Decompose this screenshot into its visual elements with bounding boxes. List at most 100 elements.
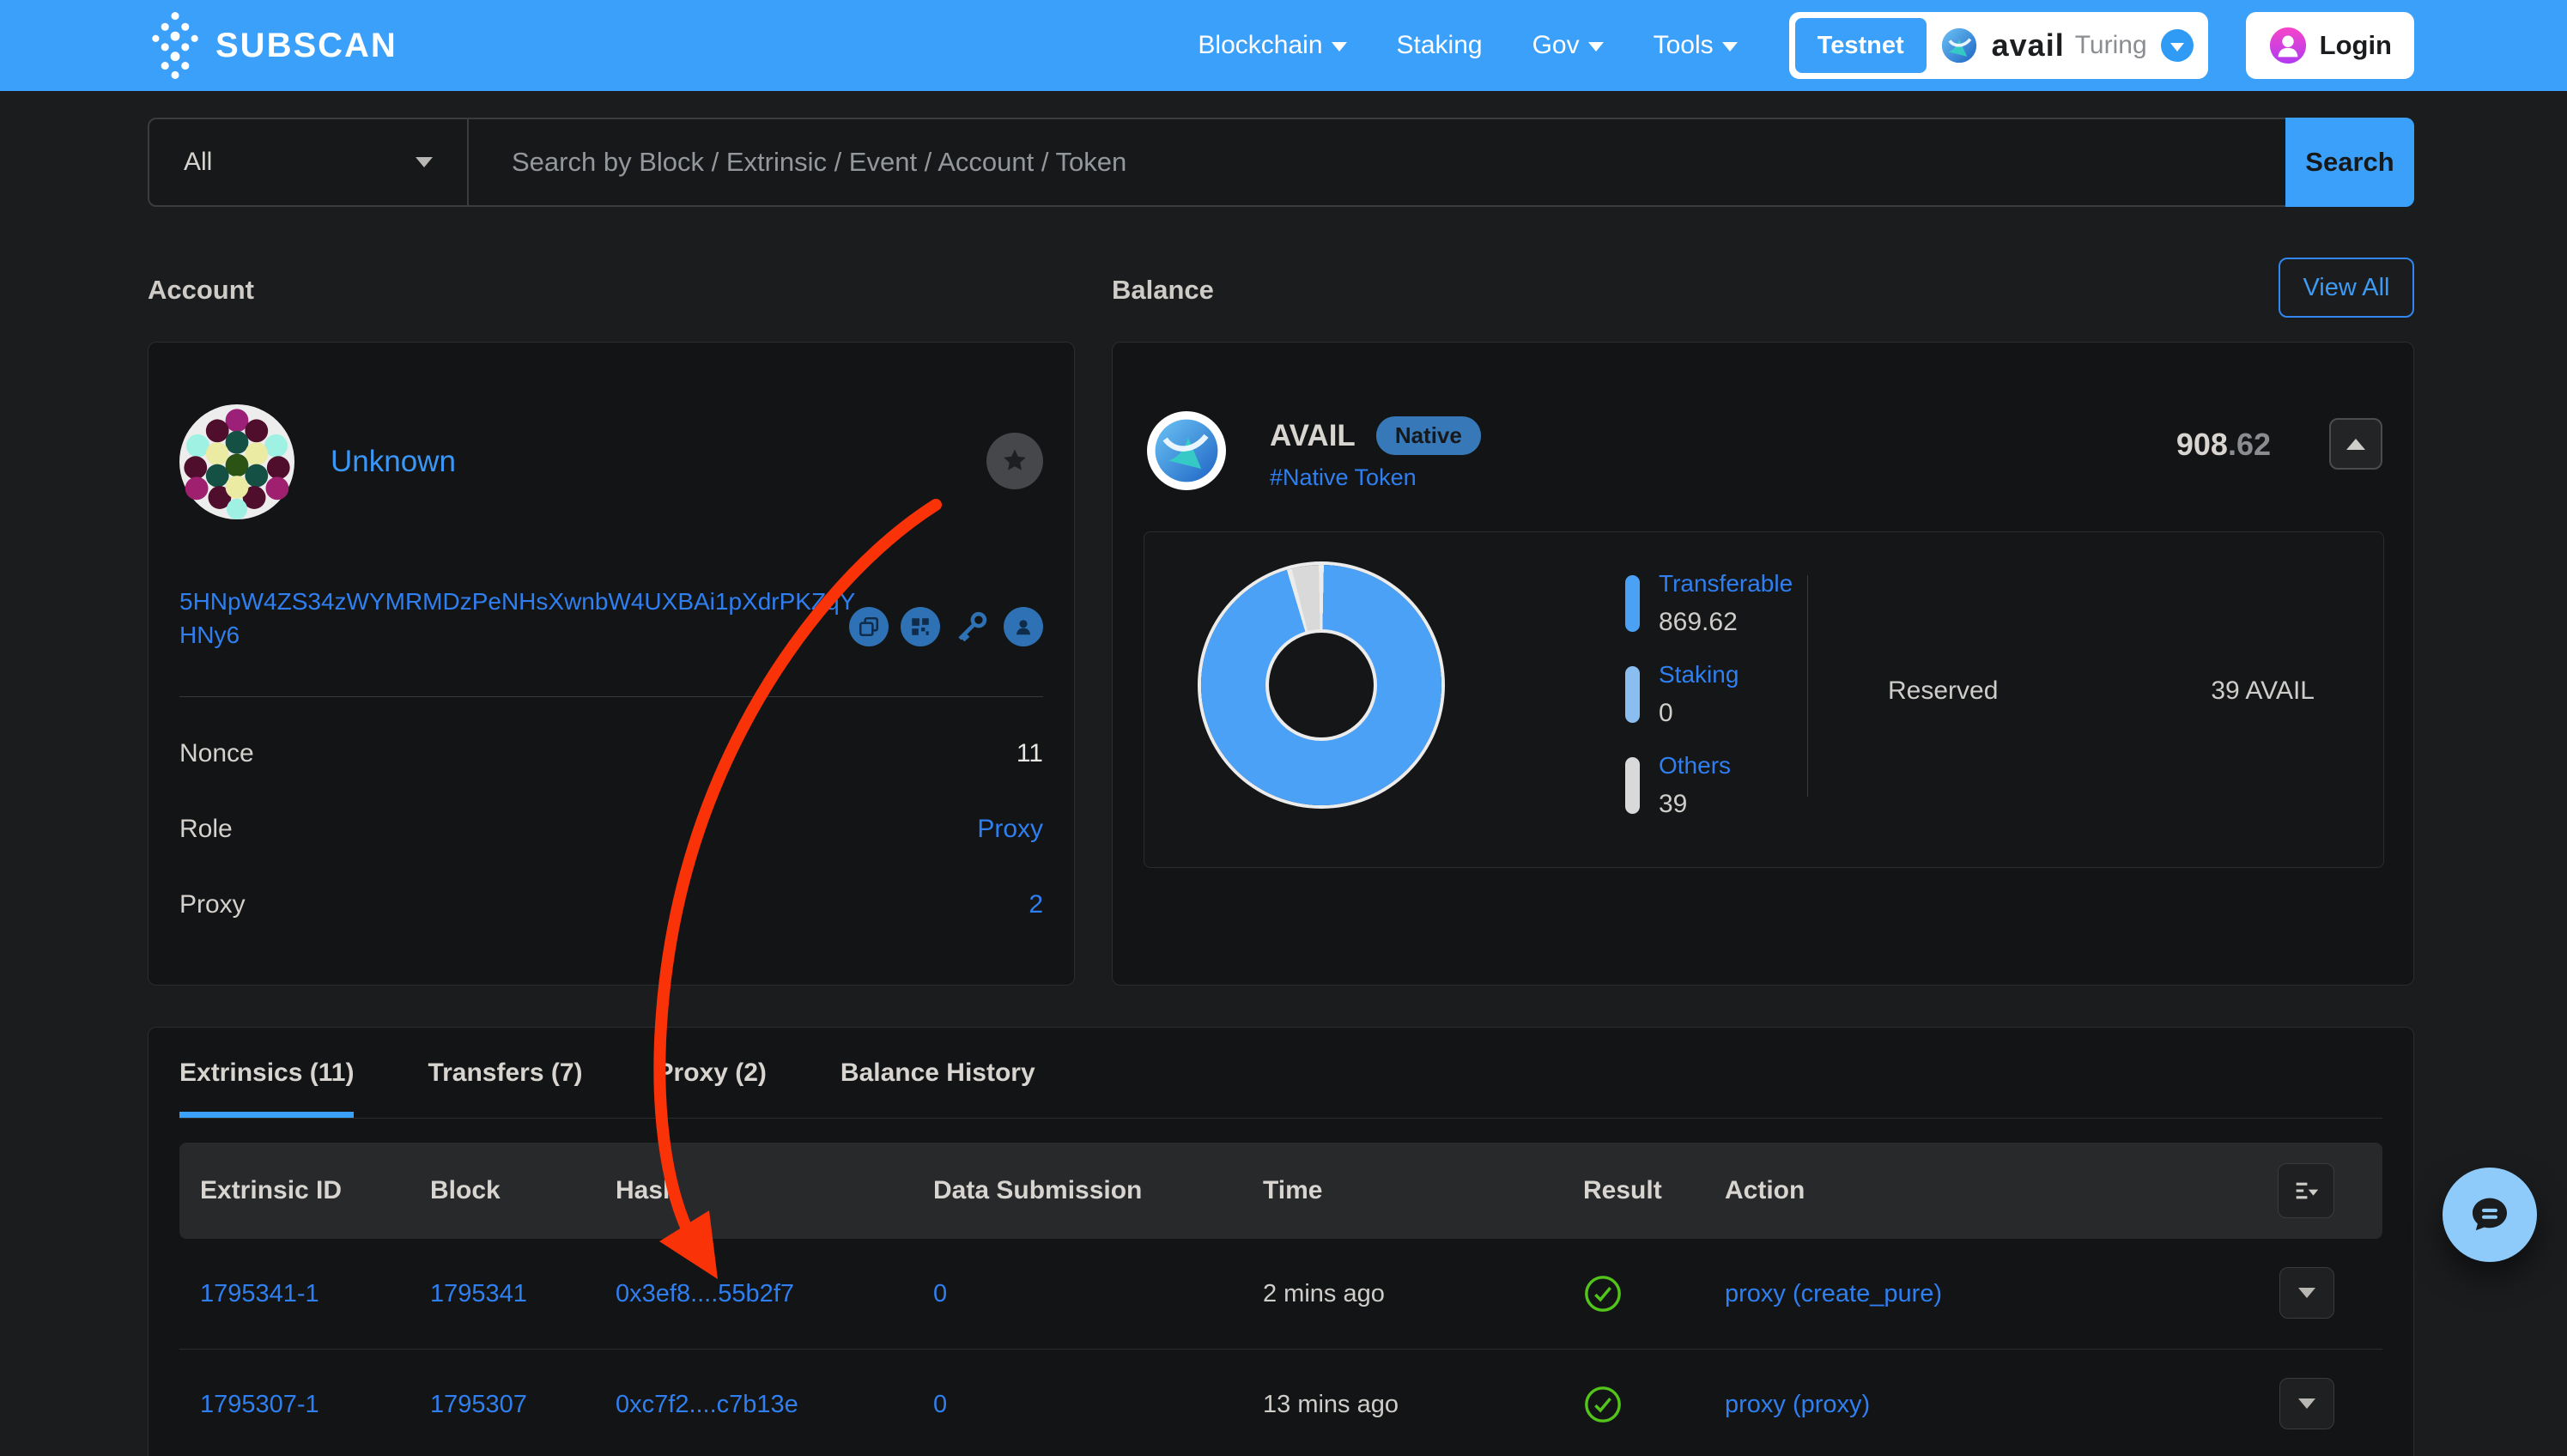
- expand-row-button[interactable]: [2279, 1378, 2334, 1429]
- global-search-bar: All Search: [148, 118, 2414, 207]
- success-check-icon: [1583, 1385, 1623, 1424]
- chevron-down-icon: [416, 157, 433, 167]
- key-icon: [954, 609, 990, 645]
- cell-action-link[interactable]: proxy (create_pure): [1725, 1239, 1942, 1349]
- table-row: 1795341-1 1795341 0x3ef8....55b2f7 0 2 m…: [179, 1239, 2382, 1349]
- chain-select-chevron-icon[interactable]: [2161, 29, 2194, 62]
- cell-data-submission-link[interactable]: 0: [933, 1239, 947, 1349]
- favorite-star-button[interactable]: [986, 433, 1043, 489]
- collapse-row-button[interactable]: [2329, 418, 2382, 470]
- account-field-nonce: Nonce 11: [179, 739, 1043, 768]
- chevron-down-icon: [1332, 42, 1347, 52]
- chain-brand: avail: [1992, 27, 2065, 64]
- cell-block-link[interactable]: 1795307: [430, 1350, 527, 1456]
- cell-extrinsic-id-link[interactable]: 1795307-1: [200, 1350, 319, 1456]
- column-header-time: Time: [1263, 1143, 1322, 1239]
- account-field-role: Role Proxy: [179, 815, 1043, 844]
- reserved-row: Reserved 39 AVAIL: [1888, 676, 2315, 706]
- chain-name: Turing: [2075, 31, 2147, 60]
- copy-address-button[interactable]: [849, 607, 889, 646]
- triangle-down-icon: [2298, 1398, 2315, 1409]
- triangle-down-icon: [2298, 1288, 2315, 1298]
- native-token-tag-link[interactable]: #Native Token: [1270, 464, 1417, 491]
- legend-item-others: Others 39: [1625, 752, 1731, 819]
- qr-code-icon: [909, 616, 932, 638]
- legend-swatch: [1625, 575, 1640, 632]
- copy-icon: [858, 616, 880, 638]
- subscan-logo[interactable]: SUBSCAN: [150, 9, 397, 82]
- avail-token-logo: [1147, 411, 1226, 490]
- person-icon: [1012, 616, 1035, 638]
- native-badge: Native: [1376, 416, 1481, 455]
- cell-extrinsic-id-link[interactable]: 1795341-1: [200, 1239, 319, 1349]
- filter-sort-icon: [2291, 1176, 2321, 1205]
- network-switcher[interactable]: Testnet avail Turing: [1789, 12, 2208, 79]
- search-filter-select[interactable]: All: [149, 119, 469, 205]
- legend-swatch: [1625, 666, 1640, 723]
- expand-row-button[interactable]: [2279, 1267, 2334, 1319]
- login-button[interactable]: Login: [2246, 12, 2414, 79]
- extrinsics-table: Extrinsic ID Block Hash Data Submission …: [179, 1143, 2382, 1456]
- chevron-down-icon: [1588, 42, 1604, 52]
- cell-hash-link[interactable]: 0x3ef8....55b2f7: [616, 1239, 794, 1349]
- user-avatar-icon: [2268, 26, 2308, 65]
- account-detail-button[interactable]: [1004, 607, 1043, 646]
- chevron-down-icon: [1722, 42, 1738, 52]
- testnet-toggle[interactable]: Testnet: [1795, 18, 1927, 73]
- cell-time: 2 mins ago: [1263, 1239, 1385, 1349]
- token-amount: 908.62: [2176, 427, 2271, 463]
- account-address[interactable]: 5HNpW4ZS34zWYMRMDzPeNHsXwnbW4UXBAi1pXdrP…: [179, 585, 866, 652]
- column-header-result: Result: [1583, 1143, 1662, 1239]
- tabs: Extrinsics (11) Transfers (7) Proxy (2) …: [179, 1028, 2382, 1119]
- account-field-proxy: Proxy 2: [179, 890, 1043, 919]
- balance-donut-chart: [1201, 565, 1441, 805]
- balance-chart-panel: Transferable 869.62 Staking 0 Others 39: [1144, 531, 2384, 868]
- account-display-name[interactable]: Unknown: [331, 445, 456, 479]
- legend-item-staking: Staking 0: [1625, 661, 1739, 728]
- support-chat-button[interactable]: [2443, 1168, 2537, 1262]
- view-all-button[interactable]: View All: [2279, 258, 2414, 318]
- tab-balance-history[interactable]: Balance History: [840, 1028, 1035, 1118]
- nav-item-tools[interactable]: Tools: [1654, 31, 1738, 60]
- column-header-extrinsic-id: Extrinsic ID: [200, 1143, 342, 1239]
- column-header-data-submission: Data Submission: [933, 1143, 1142, 1239]
- balance-section-title: Balance: [1112, 275, 1214, 306]
- key-derivation-button[interactable]: [952, 607, 992, 646]
- cell-action-link[interactable]: proxy (proxy): [1725, 1350, 1870, 1456]
- nav-menu: Blockchain Staking Gov Tools: [1198, 31, 1737, 60]
- balance-card: AVAIL Native #Native Token 908.62 Transf…: [1112, 342, 2414, 986]
- cell-hash-link[interactable]: 0xc7f2....c7b13e: [616, 1350, 798, 1456]
- nav-item-staking[interactable]: Staking: [1397, 31, 1483, 60]
- column-header-action: Action: [1725, 1143, 1805, 1239]
- token-symbol: AVAIL: [1270, 419, 1356, 453]
- cell-block-link[interactable]: 1795341: [430, 1239, 527, 1349]
- search-button[interactable]: Search: [2285, 118, 2414, 207]
- chat-bubble-icon: [2463, 1188, 2516, 1241]
- account-section-title: Account: [148, 275, 254, 306]
- legend-swatch: [1625, 757, 1640, 814]
- tab-extrinsics[interactable]: Extrinsics (11): [179, 1028, 354, 1118]
- nav-item-gov[interactable]: Gov: [1532, 31, 1604, 60]
- triangle-up-icon: [2346, 439, 2365, 450]
- success-check-icon: [1583, 1274, 1623, 1313]
- brand-name: SUBSCAN: [215, 27, 397, 65]
- column-header-block: Block: [430, 1143, 501, 1239]
- search-input[interactable]: [469, 119, 2285, 205]
- table-header: Extrinsic ID Block Hash Data Submission …: [179, 1143, 2382, 1239]
- table-row: 1795307-1 1795307 0xc7f2....c7b13e 0 13 …: [179, 1349, 2382, 1456]
- account-identicon: [179, 404, 294, 519]
- avail-logo-icon: [1940, 27, 1978, 64]
- legend-item-transferable: Transferable 869.62: [1625, 570, 1793, 637]
- divider: [179, 696, 1043, 697]
- table-filter-button[interactable]: [2278, 1163, 2334, 1218]
- qr-code-button[interactable]: [901, 607, 940, 646]
- tab-transfers[interactable]: Transfers (7): [428, 1028, 582, 1118]
- cell-time: 13 mins ago: [1263, 1350, 1399, 1456]
- tab-proxy[interactable]: Proxy (2): [657, 1028, 767, 1118]
- column-header-hash: Hash: [616, 1143, 678, 1239]
- result-success-badge: [1583, 1350, 1623, 1456]
- activity-card: Extrinsics (11) Transfers (7) Proxy (2) …: [148, 1027, 2414, 1456]
- cell-data-submission-link[interactable]: 0: [933, 1350, 947, 1456]
- nav-item-blockchain[interactable]: Blockchain: [1198, 31, 1346, 60]
- donut-hole: [1269, 633, 1374, 737]
